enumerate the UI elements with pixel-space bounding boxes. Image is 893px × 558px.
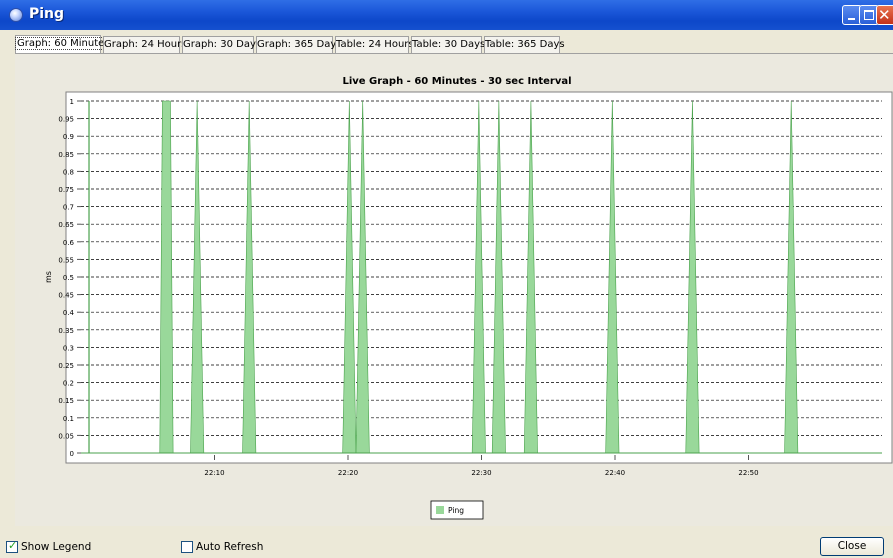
app-icon [9, 8, 23, 22]
tab-label: Graph: 30 Days [183, 39, 262, 50]
y-axis-label: ms [44, 271, 53, 283]
close-icon: ✕ [878, 6, 891, 24]
auto-refresh-checkbox[interactable] [181, 541, 193, 553]
window-title: Ping [29, 6, 65, 22]
tab-table-30-days[interactable]: Table: 30 Days [411, 36, 486, 53]
show-legend-checkbox[interactable]: ✓ [6, 539, 18, 553]
tab-label: Graph: 24 Hours [104, 39, 187, 50]
y-tick-label: 0.3 [63, 344, 74, 352]
x-tick-label: 22:50 [738, 469, 758, 477]
x-tick-label: 22:30 [471, 469, 491, 477]
ping-chart: Live Graph - 60 Minutes - 30 sec Interva… [44, 76, 893, 520]
tab-label: Table: 30 Days [412, 39, 486, 50]
y-tick-label: 0.9 [63, 133, 74, 141]
tab-graph-365-days[interactable]: Graph: 365 Days [256, 36, 341, 53]
tab-table-24-hours[interactable]: Table: 24 Hours [335, 36, 414, 53]
y-tick-label: 1 [70, 98, 74, 106]
chart-panel: Live Graph - 60 Minutes - 30 sec Interva… [15, 53, 893, 526]
legend-swatch-ping [436, 506, 444, 514]
ping-spike [159, 100, 174, 454]
y-tick-label: 0.95 [58, 116, 74, 124]
tab-table-365-days[interactable]: Table: 365 Days [484, 36, 565, 53]
y-tick-label: 0.5 [63, 274, 74, 282]
minimize-icon [848, 18, 855, 20]
tab-label: Table: 365 Days [485, 39, 565, 50]
tab-graph-60-minutes[interactable]: Graph: 60 Minutes [15, 35, 112, 53]
y-tick-label: 0.15 [58, 397, 74, 405]
y-tick-label: 0.65 [58, 221, 74, 229]
y-tick-label: 0.05 [58, 432, 74, 440]
x-tick-label: 22:20 [338, 469, 358, 477]
legend: Ping [430, 500, 484, 520]
y-tick-label: 0.1 [63, 415, 74, 423]
y-tick-label: 0.4 [63, 309, 75, 317]
tab-label: Graph: 60 Minutes [15, 37, 112, 50]
y-tick-label: 0.6 [63, 239, 75, 247]
tab-label: Graph: 365 Days [257, 39, 342, 50]
title-bar[interactable]: Ping ✕ [0, 0, 893, 30]
tab-label: Table: 24 Hours [336, 39, 414, 50]
y-tick-label: 0.7 [63, 204, 74, 212]
y-tick-label: 0 [70, 450, 74, 458]
tab-graph-24-hours[interactable]: Graph: 24 Hours [103, 36, 186, 53]
close-window-button[interactable]: ✕ [876, 5, 893, 25]
checkmark-icon: ✓ [8, 539, 18, 552]
y-tick-label: 0.45 [58, 292, 74, 300]
y-tick-label: 0.35 [58, 327, 74, 335]
auto-refresh-label[interactable]: Auto Refresh [196, 541, 263, 554]
maximize-icon [864, 10, 874, 20]
close-button[interactable]: Close [820, 537, 884, 556]
y-tick-label: 0.75 [58, 186, 74, 194]
x-tick-label: 22:10 [204, 469, 224, 477]
legend-label-ping: Ping [448, 506, 464, 515]
chart-title: Live Graph - 60 Minutes - 30 sec Interva… [342, 76, 571, 87]
show-legend-label[interactable]: Show Legend [21, 541, 91, 554]
dialog-footer [0, 528, 893, 558]
y-tick-label: 0.2 [63, 380, 74, 388]
y-tick-label: 0.8 [63, 168, 74, 176]
tab-graph-30-days[interactable]: Graph: 30 Days [182, 36, 261, 53]
x-tick-label: 22:40 [605, 469, 625, 477]
y-tick-label: 0.25 [58, 362, 74, 370]
y-tick-label: 0.85 [58, 151, 74, 159]
y-tick-label: 0.55 [58, 256, 74, 264]
